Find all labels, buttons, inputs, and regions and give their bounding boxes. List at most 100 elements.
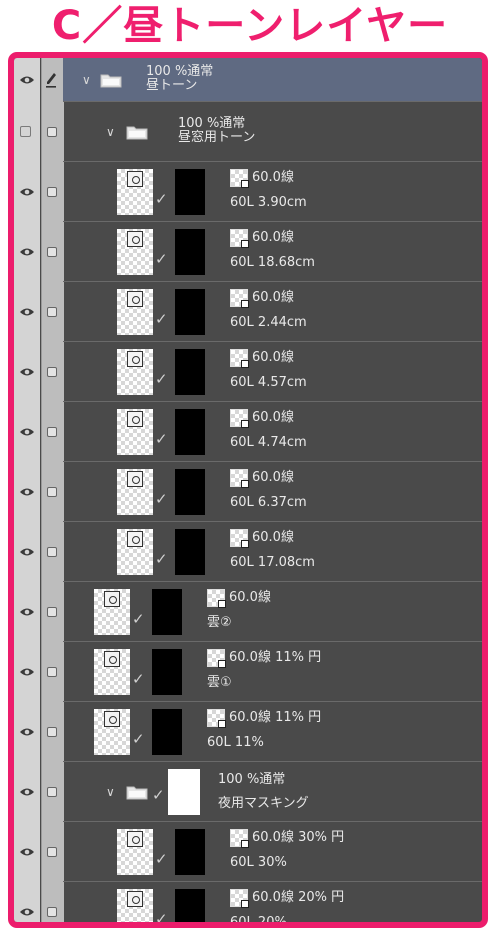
folder-layer-row[interactable]: ∨ ✓ 100 %通常 夜用マスキング	[14, 762, 482, 822]
layer-name: 雲②	[207, 615, 232, 630]
tone-layer-row[interactable]: ✓ 60.0線 60L 18.68cm	[14, 222, 482, 282]
tone-layer-row[interactable]: ✓ 60.0線 20% 円 60L 20%	[14, 882, 482, 922]
tone-settings-label: 60.0線	[252, 230, 294, 245]
lock-toggle[interactable]	[47, 847, 57, 857]
tone-corner-mark	[241, 480, 249, 488]
tone-layer-row[interactable]: ✓ 60.0線 60L 4.74cm	[14, 402, 482, 462]
tone-layer-icon	[127, 291, 143, 307]
layer-thumbnail	[117, 469, 153, 515]
lock-toggle[interactable]	[47, 427, 57, 437]
mask-link-check-icon: ✓	[152, 786, 165, 804]
tone-settings-label: 60.0線	[252, 410, 294, 425]
tone-corner-mark	[218, 720, 226, 728]
tone-layer-row[interactable]: ✓ 60.0線 雲②	[14, 582, 482, 642]
eye-icon[interactable]	[19, 787, 35, 797]
tone-corner-mark	[241, 360, 249, 368]
layer-thumbnail	[117, 349, 153, 395]
layer-name: 夜用マスキング	[218, 796, 309, 811]
tone-layer-icon	[127, 891, 143, 907]
tone-corner-mark	[218, 600, 226, 608]
visibility-toggle-off[interactable]	[20, 126, 31, 137]
tone-layer-row[interactable]: ✓ 60.0線 60L 4.57cm	[14, 342, 482, 402]
eye-icon[interactable]	[19, 247, 35, 257]
tone-pattern-icon	[230, 349, 249, 368]
lock-toggle[interactable]	[47, 307, 57, 317]
lock-toggle[interactable]	[47, 487, 57, 497]
eye-icon[interactable]	[19, 427, 35, 437]
layer-thumbnail	[94, 589, 130, 635]
lock-toggle[interactable]	[47, 187, 57, 197]
lock-toggle[interactable]	[47, 547, 57, 557]
folder-layer-row[interactable]: ∨ 100 %通常 昼窓用トーン	[14, 102, 482, 162]
lock-toggle[interactable]	[47, 667, 57, 677]
eye-icon[interactable]	[19, 667, 35, 677]
eye-icon[interactable]	[19, 607, 35, 617]
chevron-down-icon[interactable]: ∨	[106, 785, 115, 799]
tone-layer-icon	[127, 171, 143, 187]
layer-name: 60L 18.68cm	[230, 255, 315, 270]
layer-mask-thumbnail	[175, 229, 205, 275]
tone-corner-mark	[241, 840, 249, 848]
tone-layer-icon	[127, 471, 143, 487]
layer-thumbnail	[117, 169, 153, 215]
layer-mask-thumbnail	[175, 529, 205, 575]
eye-icon[interactable]	[19, 307, 35, 317]
tone-layer-icon	[127, 831, 143, 847]
layer-mask-thumbnail	[152, 709, 182, 755]
tone-pattern-icon	[230, 829, 249, 848]
tone-layer-row[interactable]: ✓ 60.0線 60L 6.37cm	[14, 462, 482, 522]
tone-settings-label: 60.0線	[252, 290, 294, 305]
eye-icon[interactable]	[19, 187, 35, 197]
layer-thumbnail	[117, 289, 153, 335]
layer-name: 60L 30%	[230, 855, 287, 870]
layer-mask-thumbnail	[175, 409, 205, 455]
tone-settings-label: 60.0線	[252, 350, 294, 365]
layer-mask-thumbnail	[152, 649, 182, 695]
folder-layer-row[interactable]: ∨ 100 %通常 昼トーン	[14, 58, 482, 102]
mask-link-check-icon: ✓	[155, 370, 168, 388]
eye-icon[interactable]	[19, 75, 35, 85]
tone-layer-row[interactable]: ✓ 60.0線 30% 円 60L 30%	[14, 822, 482, 882]
mask-link-check-icon: ✓	[155, 310, 168, 328]
lock-toggle[interactable]	[47, 907, 57, 917]
layer-blend-label: 100 %通常	[178, 116, 246, 131]
chevron-down-icon[interactable]: ∨	[106, 125, 115, 139]
tone-layer-row[interactable]: ✓ 60.0線 11% 円雲①	[14, 642, 482, 702]
tone-settings-label: 60.0線	[252, 170, 294, 185]
lock-toggle[interactable]	[47, 727, 57, 737]
layer-name: 60L 17.08cm	[230, 555, 315, 570]
mask-link-check-icon: ✓	[132, 730, 145, 748]
lock-toggle[interactable]	[47, 787, 57, 797]
tone-settings-label: 60.0線 11% 円	[229, 710, 322, 725]
tone-pattern-icon	[230, 289, 249, 308]
pen-icon[interactable]	[45, 72, 57, 92]
mask-link-check-icon: ✓	[155, 550, 168, 568]
layer-mask-thumbnail	[175, 469, 205, 515]
lock-toggle[interactable]	[47, 367, 57, 377]
tone-layer-row[interactable]: ✓ 60.0線 60L 17.08cm	[14, 522, 482, 582]
tone-pattern-icon	[230, 169, 249, 188]
tone-pattern-icon	[230, 529, 249, 548]
tone-pattern-icon	[230, 409, 249, 428]
eye-icon[interactable]	[19, 367, 35, 377]
tone-layer-row[interactable]: ✓ 60.0線 11% 円 60L 11%	[14, 702, 482, 762]
layer-thumbnail	[94, 709, 130, 755]
lock-toggle[interactable]	[47, 127, 57, 137]
layer-name: 60L 4.74cm	[230, 435, 307, 450]
eye-icon[interactable]	[19, 847, 35, 857]
eye-icon[interactable]	[19, 727, 35, 737]
eye-icon[interactable]	[19, 487, 35, 497]
tone-settings-label: 60.0線	[252, 530, 294, 545]
tone-layer-icon	[127, 411, 143, 427]
chevron-down-icon[interactable]: ∨	[82, 73, 91, 87]
tone-layer-row[interactable]: ✓ 60.0線 60L 2.44cm	[14, 282, 482, 342]
layer-mask-thumbnail	[175, 289, 205, 335]
tone-layer-row[interactable]: ✓ 60.0線 60L 3.90cm	[14, 162, 482, 222]
eye-icon[interactable]	[19, 547, 35, 557]
folder-icon	[126, 784, 148, 804]
tone-layer-icon	[104, 591, 120, 607]
lock-toggle[interactable]	[47, 247, 57, 257]
lock-toggle[interactable]	[47, 607, 57, 617]
layer-thumbnail	[117, 409, 153, 455]
eye-icon[interactable]	[19, 907, 35, 917]
